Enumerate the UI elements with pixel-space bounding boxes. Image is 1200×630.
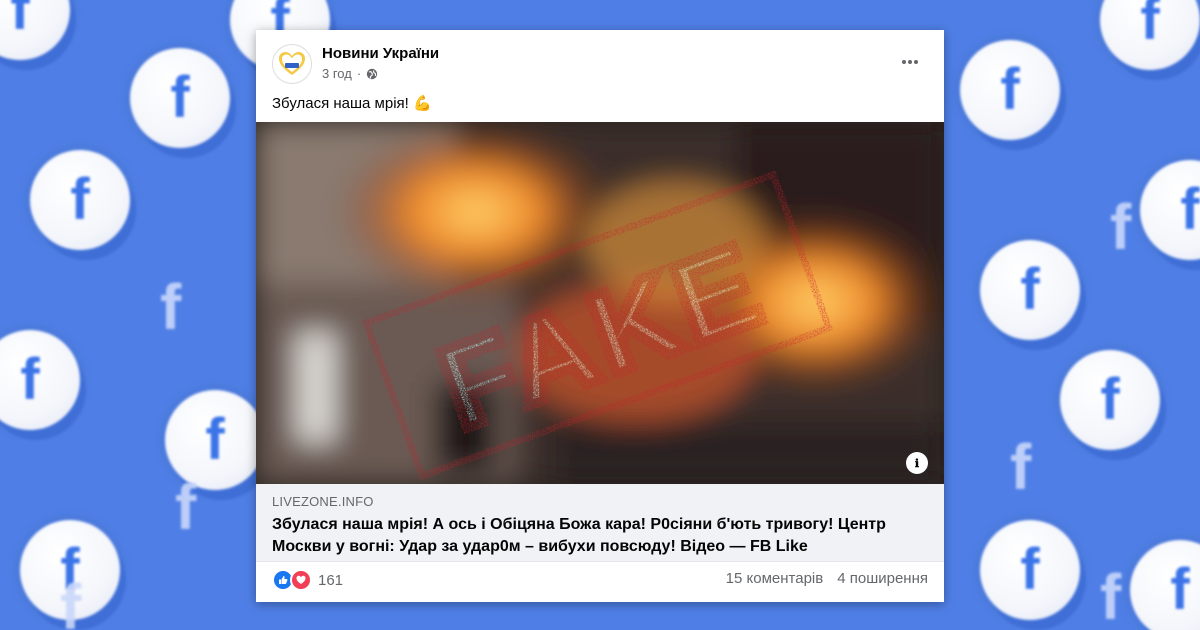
facebook-logo-icon: f bbox=[1130, 540, 1200, 630]
facebook-logo-icon: f bbox=[0, 330, 80, 430]
post-timestamp[interactable]: 3 год bbox=[322, 66, 352, 81]
page-avatar[interactable] bbox=[272, 44, 312, 84]
reaction-count: 161 bbox=[318, 571, 344, 589]
facebook-f-icon: f bbox=[1100, 561, 1122, 630]
facebook-f-icon: f bbox=[60, 571, 82, 630]
facebook-logo-icon: f bbox=[130, 48, 230, 148]
post-stats: 15 коментарів 4 поширення bbox=[726, 570, 928, 587]
facebook-f-icon: f bbox=[1110, 191, 1132, 263]
link-title[interactable]: Збулася наша мрія! А ось і Обіцяна Божа … bbox=[272, 514, 922, 558]
post-meta: 3 год · bbox=[322, 66, 378, 81]
facebook-logo-icon: f bbox=[30, 150, 130, 250]
link-preview[interactable]: LIVEZONE.INFO Збулася наша мрія! А ось і… bbox=[256, 484, 944, 562]
heart-logo-icon bbox=[279, 52, 305, 75]
meta-separator: · bbox=[356, 66, 362, 81]
post-header: Новини України 3 год · bbox=[272, 44, 928, 88]
facebook-post-card: Новини України 3 год · Збулася наша мрія… bbox=[256, 30, 944, 602]
facebook-f-icon: f bbox=[175, 471, 197, 543]
post-text: Збулася наша мрія! 💪 bbox=[272, 95, 432, 112]
facebook-logo-icon: f bbox=[960, 40, 1060, 140]
shares-count[interactable]: 4 поширення bbox=[837, 570, 928, 587]
facebook-logo-icon: f bbox=[1100, 0, 1200, 70]
facebook-logo-icon: f bbox=[980, 240, 1080, 340]
love-icon bbox=[290, 569, 312, 591]
info-icon[interactable]: ℹ bbox=[906, 452, 928, 474]
facebook-f-icon: f bbox=[1010, 431, 1032, 503]
link-domain: LIVEZONE.INFO bbox=[272, 494, 374, 509]
facebook-logo-icon: f bbox=[1060, 350, 1160, 450]
post-footer: 161 15 коментарів 4 поширення bbox=[272, 566, 928, 594]
comments-count[interactable]: 15 коментарів bbox=[726, 570, 824, 587]
more-options-button[interactable] bbox=[896, 48, 924, 76]
facebook-f-icon: f bbox=[160, 271, 182, 343]
facebook-logo-icon: f bbox=[980, 520, 1080, 620]
more-horizontal-icon bbox=[902, 60, 918, 64]
globe-icon bbox=[366, 68, 378, 79]
fire-scene-image: FAKE bbox=[256, 122, 944, 484]
page-name[interactable]: Новини України bbox=[322, 45, 439, 62]
reactions-summary[interactable]: 161 bbox=[272, 569, 343, 591]
post-image[interactable]: FAKE ℹ bbox=[256, 122, 944, 484]
facebook-logo-icon: f bbox=[1140, 160, 1200, 260]
facebook-logo-icon: f bbox=[0, 0, 70, 60]
